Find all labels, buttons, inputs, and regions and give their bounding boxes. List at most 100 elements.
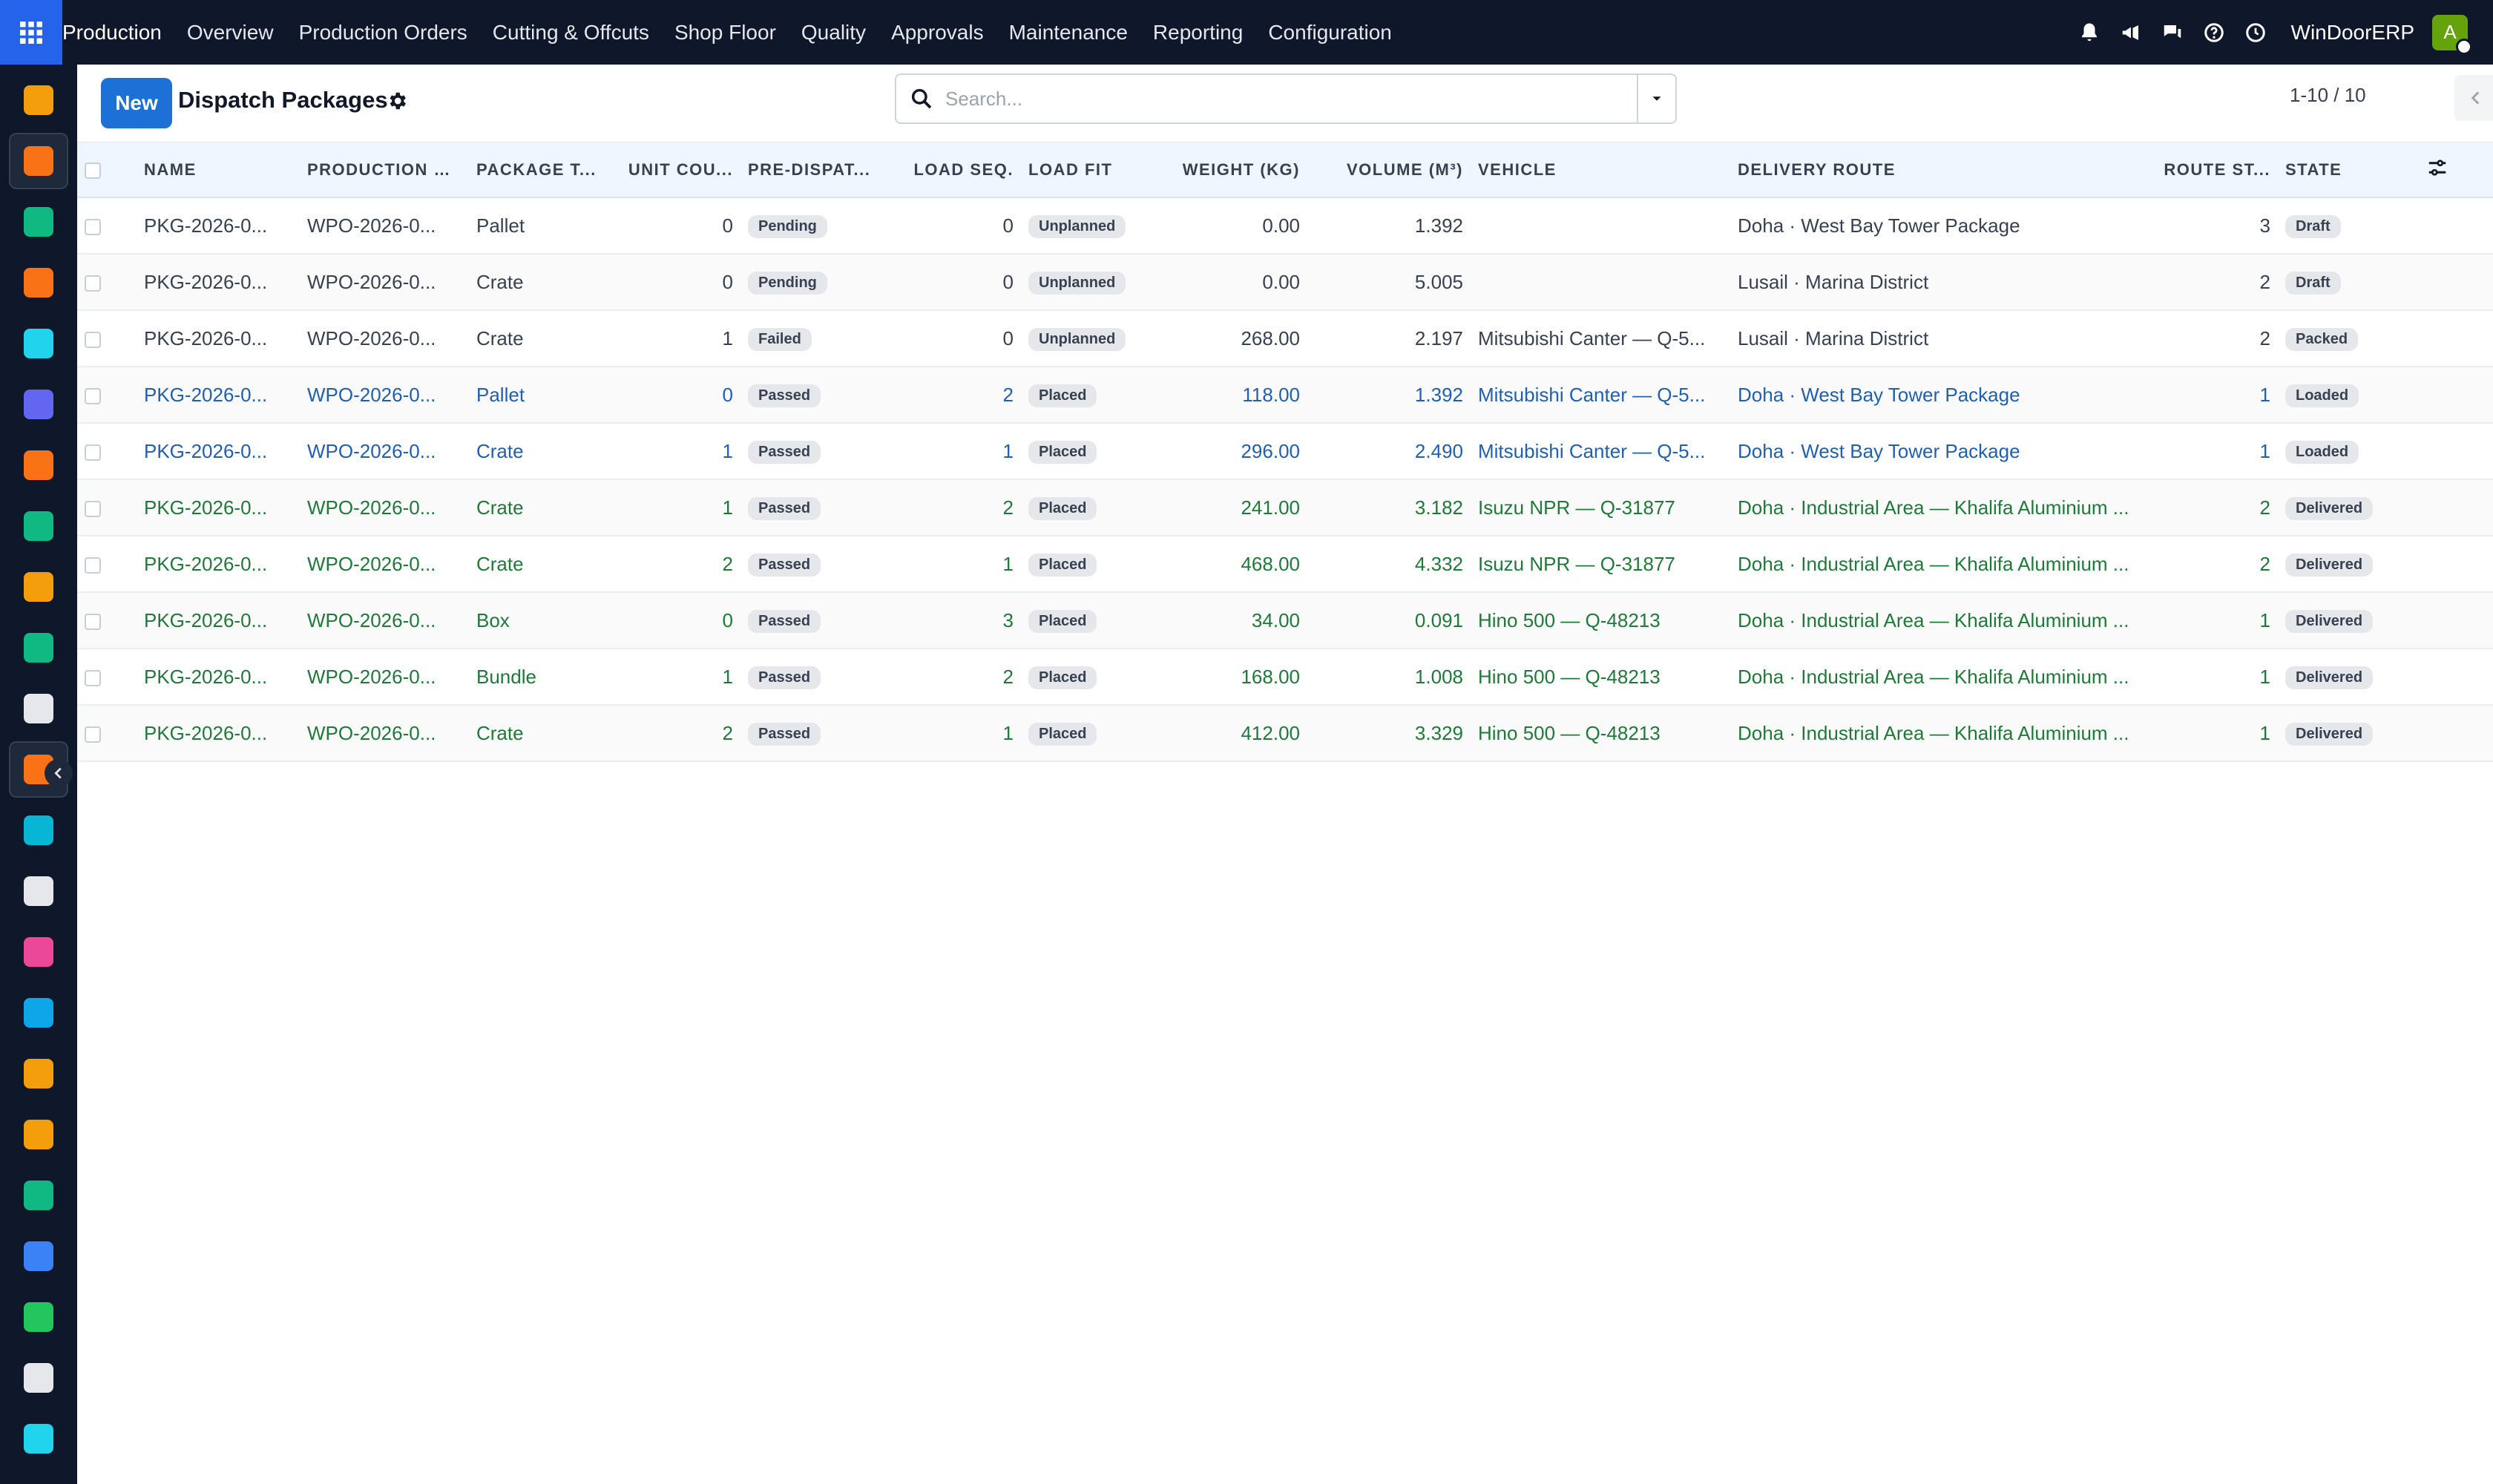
row-select-cell[interactable]	[77, 423, 137, 479]
cell-load-seq[interactable]: 1	[901, 536, 1021, 592]
sidebar-app-9[interactable]	[9, 559, 68, 615]
cell-load-seq[interactable]: 2	[901, 479, 1021, 536]
cell-route-stop[interactable]: 2	[2152, 536, 2278, 592]
cell-production-order[interactable]: WPO-2026-0...	[300, 310, 469, 367]
select-all-checkbox[interactable]	[85, 162, 101, 179]
cell-production-order[interactable]: WPO-2026-0...	[300, 367, 469, 423]
sidebar-app-22[interactable]	[9, 1350, 68, 1406]
cell-load-fit[interactable]: Placed	[1021, 479, 1140, 536]
cell-volume[interactable]: 1.008	[1307, 649, 1471, 705]
cell-unit-count[interactable]: 1	[611, 479, 740, 536]
cell-state[interactable]: Delivered	[2278, 592, 2419, 649]
row-select-cell[interactable]	[77, 592, 137, 649]
sidebar-app-16[interactable]	[9, 985, 68, 1041]
cell-pre-dispatch[interactable]: Passed	[740, 536, 901, 592]
table-row[interactable]: PKG-2026-0... WPO-2026-0... Crate 2 Passed 1 P…	[77, 536, 2493, 592]
cell-weight[interactable]: 412.00	[1140, 705, 1307, 761]
row-checkbox[interactable]	[85, 444, 101, 461]
sidebar-app-14[interactable]	[9, 863, 68, 919]
column-header-route-stop[interactable]: Route St...	[2152, 142, 2278, 197]
column-header-name[interactable]: Name	[137, 142, 300, 197]
cell-production-order[interactable]: WPO-2026-0...	[300, 479, 469, 536]
search-options-toggle[interactable]	[1637, 75, 1675, 122]
cell-unit-count[interactable]: 0	[611, 592, 740, 649]
column-header-pre-dispatch[interactable]: Pre-Dispat...	[740, 142, 901, 197]
table-row[interactable]: PKG-2026-0... WPO-2026-0... Bundle 1 Passed 2…	[77, 649, 2493, 705]
cell-load-fit[interactable]: Placed	[1021, 423, 1140, 479]
cell-weight[interactable]: 34.00	[1140, 592, 1307, 649]
cell-unit-count[interactable]: 1	[611, 649, 740, 705]
pager-value[interactable]: 1-10 / 10	[2290, 84, 2366, 107]
cell-route-stop[interactable]: 1	[2152, 705, 2278, 761]
cell-production-order[interactable]: WPO-2026-0...	[300, 423, 469, 479]
cell-weight[interactable]: 296.00	[1140, 423, 1307, 479]
cell-name[interactable]: PKG-2026-0...	[137, 310, 300, 367]
sidebar-app-11[interactable]	[9, 680, 68, 737]
cell-volume[interactable]: 1.392	[1307, 197, 1471, 254]
row-checkbox[interactable]	[85, 556, 101, 574]
menu-maintenance[interactable]: Maintenance	[1009, 21, 1128, 45]
cell-package-type[interactable]: Box	[469, 592, 611, 649]
sidebar-app-10[interactable]	[9, 620, 68, 676]
sidebar-app-7[interactable]	[9, 437, 68, 493]
row-checkbox[interactable]	[85, 331, 101, 348]
menu-quality[interactable]: Quality	[801, 21, 866, 45]
cell-unit-count[interactable]: 0	[611, 197, 740, 254]
table-row[interactable]: PKG-2026-0... WPO-2026-0... Crate 2 Passed 1 P…	[77, 705, 2493, 761]
bell-icon[interactable]	[2076, 19, 2103, 46]
table-row[interactable]: PKG-2026-0... WPO-2026-0... Crate 0 Pending 0…	[77, 254, 2493, 310]
row-checkbox[interactable]	[85, 218, 101, 235]
cell-load-fit[interactable]: Placed	[1021, 592, 1140, 649]
cell-package-type[interactable]: Crate	[469, 254, 611, 310]
cell-volume[interactable]: 5.005	[1307, 254, 1471, 310]
row-select-cell[interactable]	[77, 705, 137, 761]
sidebar-app-21[interactable]	[9, 1289, 68, 1345]
cell-load-fit[interactable]: Placed	[1021, 705, 1140, 761]
cell-load-fit[interactable]: Placed	[1021, 367, 1140, 423]
cell-name[interactable]: PKG-2026-0...	[137, 423, 300, 479]
cell-load-fit[interactable]: Placed	[1021, 536, 1140, 592]
cell-production-order[interactable]: WPO-2026-0...	[300, 197, 469, 254]
cell-name[interactable]: PKG-2026-0...	[137, 367, 300, 423]
sidebar-app-5[interactable]	[9, 315, 68, 372]
cell-state[interactable]: Delivered	[2278, 649, 2419, 705]
cell-volume[interactable]: 4.332	[1307, 536, 1471, 592]
menu-overview[interactable]: Overview	[187, 21, 274, 45]
cell-package-type[interactable]: Crate	[469, 423, 611, 479]
cell-vehicle[interactable]: Hino 500 — Q-48213	[1471, 592, 1730, 649]
cell-load-fit[interactable]: Unplanned	[1021, 197, 1140, 254]
column-header-volume[interactable]: Volume (m³)	[1307, 142, 1471, 197]
cell-weight[interactable]: 268.00	[1140, 310, 1307, 367]
cell-delivery-route[interactable]: Doha · West Bay Tower Package	[1730, 197, 2152, 254]
menu-shop-floor[interactable]: Shop Floor	[674, 21, 776, 45]
cell-load-seq[interactable]: 3	[901, 592, 1021, 649]
cell-state[interactable]: Draft	[2278, 254, 2419, 310]
select-all-header[interactable]	[77, 142, 137, 197]
sidebar-app-23[interactable]	[9, 1411, 68, 1467]
table-row[interactable]: PKG-2026-0... WPO-2026-0... Crate 1 Passed 1 P…	[77, 423, 2493, 479]
cell-delivery-route[interactable]: Doha · West Bay Tower Package	[1730, 367, 2152, 423]
app-menu-grid-icon[interactable]	[0, 0, 62, 65]
sidebar-app-6[interactable]	[9, 376, 68, 433]
pager-previous-button[interactable]	[2454, 75, 2493, 121]
row-select-cell[interactable]	[77, 197, 137, 254]
cell-pre-dispatch[interactable]: Passed	[740, 649, 901, 705]
sidebar-collapse-button[interactable]	[45, 759, 73, 787]
cell-delivery-route[interactable]: Doha · West Bay Tower Package	[1730, 423, 2152, 479]
cell-name[interactable]: PKG-2026-0...	[137, 479, 300, 536]
menu-configuration[interactable]: Configuration	[1268, 21, 1392, 45]
menu-reporting[interactable]: Reporting	[1153, 21, 1243, 45]
column-header-delivery-route[interactable]: Delivery Route	[1730, 142, 2152, 197]
cell-route-stop[interactable]: 1	[2152, 423, 2278, 479]
column-header-load-fit[interactable]: Load Fit	[1021, 142, 1140, 197]
cell-package-type[interactable]: Bundle	[469, 649, 611, 705]
cell-unit-count[interactable]: 0	[611, 367, 740, 423]
cell-route-stop[interactable]: 2	[2152, 310, 2278, 367]
sidebar-app-2[interactable]	[9, 133, 68, 189]
cell-load-seq[interactable]: 0	[901, 310, 1021, 367]
cell-weight[interactable]: 118.00	[1140, 367, 1307, 423]
cell-volume[interactable]: 0.091	[1307, 592, 1471, 649]
sidebar-app-20[interactable]	[9, 1228, 68, 1284]
cell-weight[interactable]: 468.00	[1140, 536, 1307, 592]
cell-name[interactable]: PKG-2026-0...	[137, 705, 300, 761]
